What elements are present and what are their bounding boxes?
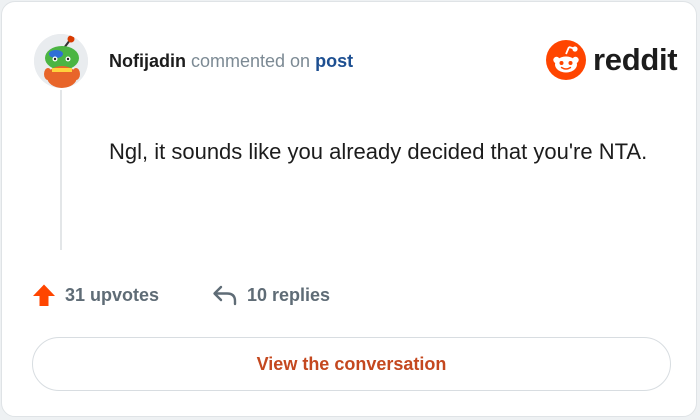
thread-line: [60, 90, 62, 250]
reddit-logo[interactable]: reddit: [546, 40, 678, 80]
snoo-avatar-icon: [34, 34, 88, 88]
reply-arrow-icon: [213, 285, 237, 306]
comment-embed-card: Nofijadin commented on post reddit Ngl, …: [1, 1, 697, 417]
upvote-count[interactable]: 31 upvotes: [32, 282, 159, 308]
upvote-arrow-icon: [33, 284, 55, 306]
comment-header: Nofijadin commented on post: [109, 50, 353, 72]
view-conversation-button[interactable]: View the conversation: [32, 337, 671, 391]
upvote-label: 31 upvotes: [65, 284, 160, 305]
reddit-wordmark: reddit: [593, 42, 678, 77]
comment-body: Ngl, it sounds like you already decided …: [109, 139, 648, 164]
author-username[interactable]: Nofijadin: [109, 51, 186, 71]
avatar[interactable]: [34, 34, 88, 88]
reddit-logo-icon: [546, 40, 586, 80]
post-link[interactable]: post: [315, 51, 353, 71]
action-text: commented on: [186, 51, 316, 71]
reply-label: 10 replies: [247, 284, 331, 305]
reply-count[interactable]: 10 replies: [212, 282, 330, 308]
